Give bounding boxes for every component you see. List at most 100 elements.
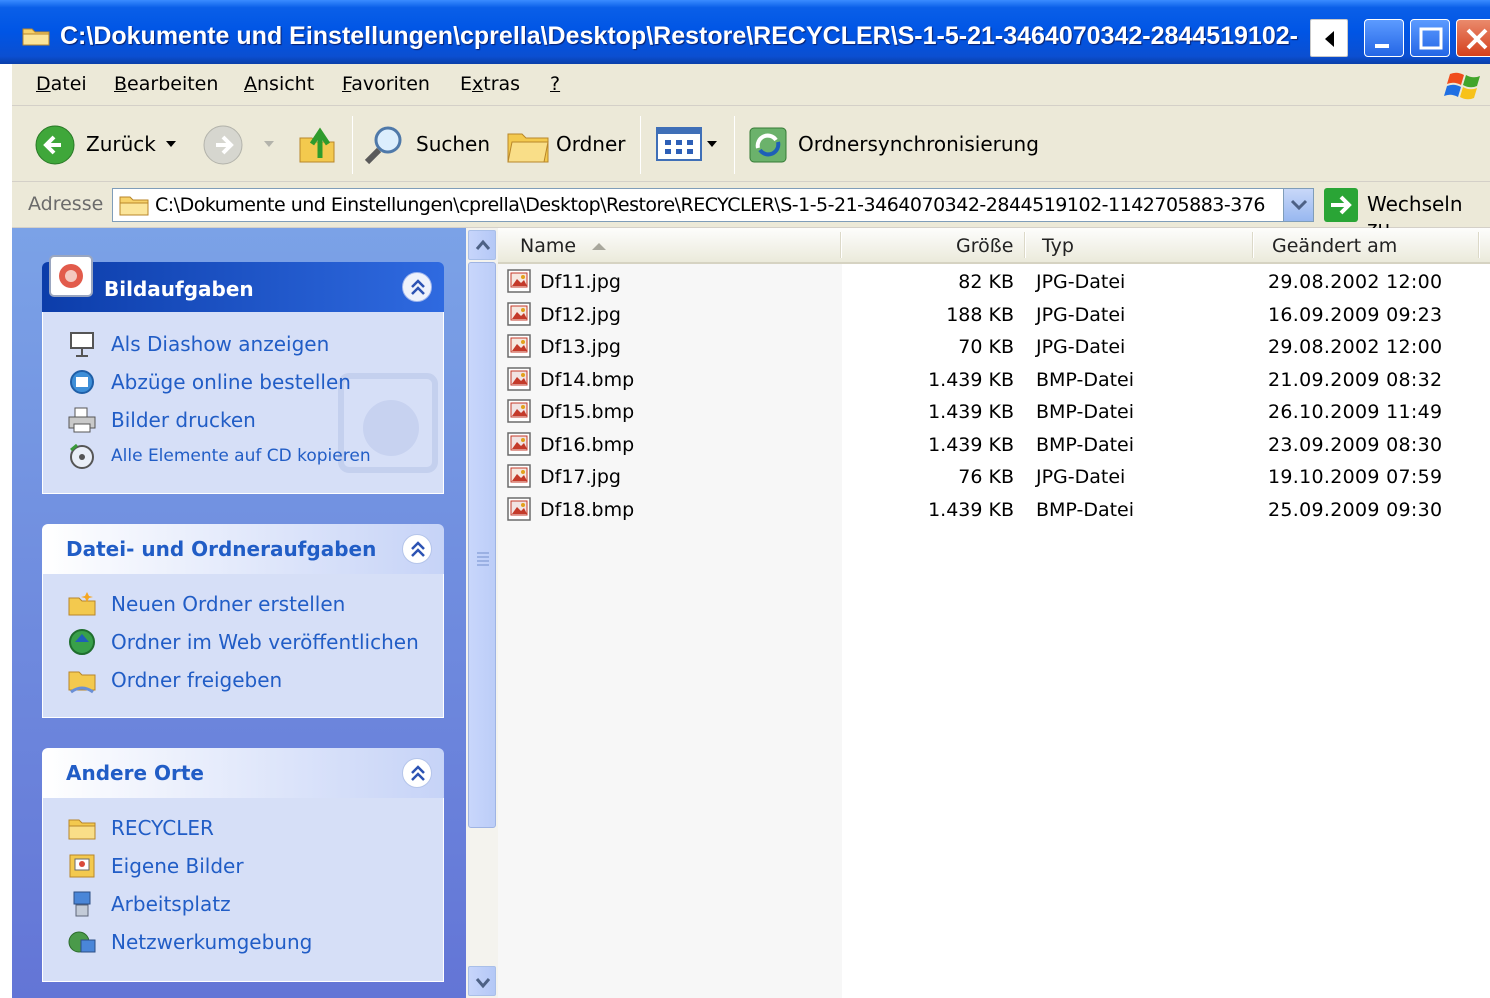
bmp-file-icon [507, 399, 531, 423]
file-size: 70 KB [958, 336, 1014, 358]
table-row[interactable]: Df18.bmp 1.439 KB BMP-Datei 25.09.2009 09:3… [498, 494, 1490, 526]
task-publish-folder[interactable]: Ordner im Web veröffentlichen [67, 626, 437, 658]
task-order-prints[interactable]: Abzüge online bestellen [67, 366, 427, 398]
menu-bar: Datei Bearbeiten Ansicht Favoriten Extra… [12, 64, 1490, 106]
chevron-double-up-icon [411, 541, 425, 557]
picture-tasks-panel: Als Diashow anzeigen Abzüge online beste… [42, 312, 444, 494]
scroll-down-button[interactable] [468, 966, 496, 996]
file-tasks-collapse-button[interactable] [402, 534, 432, 564]
publish-web-icon [69, 629, 95, 655]
file-name: Df17.jpg [540, 466, 621, 488]
file-modified: 16.09.2009 09:23 [1268, 303, 1443, 326]
file-type: JPG-Datei [1036, 303, 1126, 326]
other-places-title: Andere Orte [66, 761, 204, 785]
views-button[interactable] [656, 124, 722, 164]
maximize-button[interactable] [1410, 19, 1450, 57]
task-share-folder[interactable]: Ordner freigeben [67, 664, 427, 696]
column-header-modified[interactable]: Geändert am [1272, 234, 1397, 258]
file-size: 76 KB [958, 466, 1014, 488]
address-dropdown-button[interactable] [1283, 189, 1313, 221]
grip-icon [477, 552, 489, 566]
table-row[interactable]: Df11.jpg 82 KB JPG-Datei 29.08.2002 12:00 [498, 266, 1490, 298]
picture-tasks-collapse-button[interactable] [402, 272, 432, 302]
file-modified: 29.08.2002 12:00 [1268, 336, 1443, 358]
task-slideshow[interactable]: Als Diashow anzeigen [67, 328, 427, 360]
other-places-header[interactable]: Andere Orte [42, 748, 444, 798]
place-my-computer[interactable]: Arbeitsplatz [67, 888, 427, 920]
scroll-thumb[interactable] [468, 262, 496, 828]
menu-help[interactable]: ? [550, 72, 560, 96]
chevron-down-icon [475, 978, 491, 989]
address-bar: Adresse C:\Dokumente und Einstellungen\c… [12, 182, 1490, 240]
file-name: Df11.jpg [540, 271, 621, 293]
back-button[interactable]: Zurück [34, 124, 184, 165]
table-row[interactable]: Df17.jpg 76 KB JPG-Datei 19.10.2009 07:59 [498, 461, 1490, 493]
scroll-up-button[interactable] [468, 230, 496, 260]
file-modified: 23.09.2009 08:30 [1268, 433, 1443, 456]
back-arrow-icon [35, 125, 75, 165]
forward-arrow-icon [203, 125, 243, 165]
title-bar[interactable]: C:\Dokumente und Einstellungen\cprella\D… [0, 0, 1490, 64]
table-row[interactable]: Df12.jpg 188 KB JPG-Datei 16.09.2009 09:23 [498, 299, 1490, 331]
table-row[interactable]: Df13.jpg 70 KB JPG-Datei 29.08.2002 12:00 [498, 331, 1490, 363]
file-type: BMP-Datei [1036, 498, 1135, 521]
file-modified: 19.10.2009 07:59 [1268, 466, 1443, 488]
file-type: JPG-Datei [1036, 336, 1126, 358]
address-input[interactable]: C:\Dokumente und Einstellungen\cprella\D… [112, 188, 1314, 222]
picture-tasks-icon [49, 255, 93, 297]
windows-logo-icon [1444, 72, 1480, 100]
place-my-pictures[interactable]: Eigene Bilder [67, 850, 427, 882]
cd-icon [70, 443, 94, 469]
file-type: JPG-Datei [1036, 466, 1126, 488]
other-places-collapse-button[interactable] [402, 758, 432, 788]
file-tasks-title: Datei- und Ordneraufgaben [66, 537, 377, 561]
window-title: C:\Dokumente und Einstellungen\cprella\D… [60, 22, 1298, 50]
column-header-type[interactable]: Typ [1042, 234, 1074, 258]
search-button[interactable]: Suchen [362, 124, 494, 165]
file-tasks-panel: Neuen Ordner erstellen Ordner im Web ver… [42, 574, 444, 718]
file-list: Name Größe Typ Geändert am Df11.jpg 82 KB… [498, 228, 1490, 998]
maximize-icon [1419, 27, 1443, 50]
title-scroll-left-button[interactable] [1310, 19, 1348, 57]
menu-bearbeiten[interactable]: Bearbeiten [114, 72, 218, 96]
file-tasks-header[interactable]: Datei- und Ordneraufgaben [42, 524, 444, 574]
task-print-pictures[interactable]: Bilder drucken [67, 404, 427, 436]
place-recycler[interactable]: RECYCLER [67, 812, 427, 844]
folders-button[interactable]: Ordner [506, 124, 626, 164]
place-network[interactable]: Netzwerkumgebung [67, 926, 427, 958]
jpg-file-icon [507, 464, 531, 488]
file-type: JPG-Datei [1036, 271, 1126, 293]
column-header-name[interactable]: Name [520, 234, 606, 258]
chevron-up-icon [475, 239, 491, 250]
menu-favoriten[interactable]: Favoriten [342, 72, 430, 96]
folder-icon [68, 819, 96, 840]
address-label: Adresse [28, 193, 104, 215]
picture-tasks-header[interactable]: Bildaufgaben [42, 255, 444, 312]
file-size: 188 KB [946, 303, 1014, 326]
go-button[interactable] [1324, 188, 1358, 222]
close-button[interactable] [1456, 19, 1490, 57]
table-row[interactable]: Df14.bmp 1.439 KB BMP-Datei 21.09.2009 08:3… [498, 364, 1490, 396]
menu-datei[interactable]: Datei [36, 72, 87, 96]
file-type: BMP-Datei [1036, 368, 1135, 391]
task-copy-to-cd[interactable]: Alle Elemente auf CD kopieren [67, 440, 437, 472]
triangle-left-icon [1325, 31, 1334, 47]
sort-ascending-icon [592, 243, 606, 250]
minimize-button[interactable] [1364, 19, 1404, 57]
task-new-folder[interactable]: Neuen Ordner erstellen [67, 588, 427, 620]
up-folder-button[interactable] [296, 124, 340, 164]
file-name: Df14.bmp [540, 368, 635, 391]
menu-ansicht[interactable]: Ansicht [244, 72, 314, 96]
table-row[interactable]: Df16.bmp 1.439 KB BMP-Datei 23.09.2009 08:3… [498, 429, 1490, 461]
column-header-size[interactable]: Größe [956, 234, 1013, 258]
folder-icon [22, 28, 50, 46]
folder-sync-button[interactable]: Ordnersynchronisierung [746, 124, 1039, 164]
file-size: 82 KB [958, 271, 1014, 293]
table-row[interactable]: Df15.bmp 1.439 KB BMP-Datei 26.10.2009 11:4… [498, 396, 1490, 428]
file-name: Df15.bmp [540, 401, 635, 423]
picture-tasks-title: Bildaufgaben [104, 277, 254, 301]
share-folder-icon [68, 671, 96, 694]
menu-extras[interactable]: Extras [460, 72, 520, 96]
forward-button[interactable] [202, 124, 282, 165]
task-pane-scrollbar[interactable] [466, 228, 498, 998]
